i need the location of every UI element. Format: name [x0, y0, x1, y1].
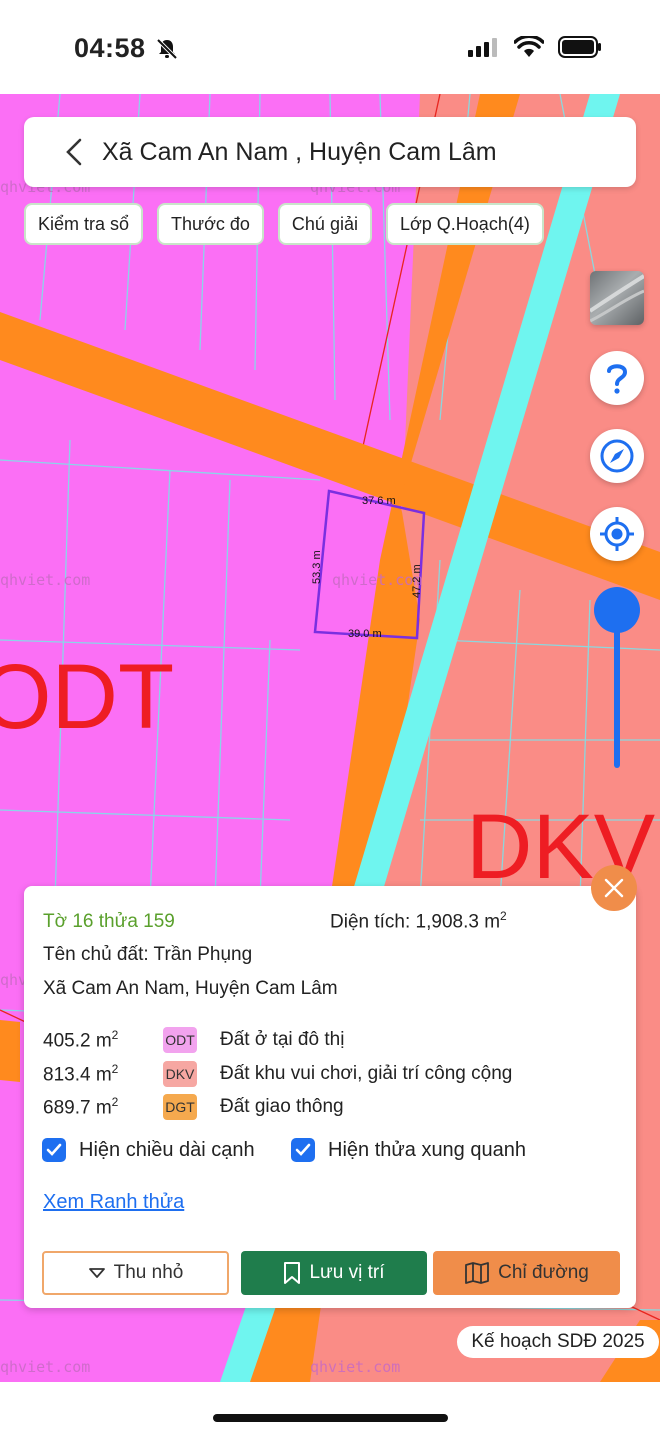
edge-label-top: 37.6 m: [362, 495, 396, 507]
land-use-code-badge: ODT: [163, 1027, 197, 1053]
bookmark-icon: [284, 1262, 301, 1284]
land-use-code-badge: DKV: [163, 1061, 197, 1087]
checkbox-checked-icon[interactable]: [291, 1138, 315, 1162]
owner-name: Tên chủ đất: Trần Phụng: [43, 944, 253, 965]
satellite-icon: [590, 274, 644, 323]
edge-label-left: 53.3 m: [311, 550, 323, 584]
signal-icon: [468, 38, 497, 57]
battery-icon: [558, 36, 601, 58]
map-icon: [465, 1262, 490, 1284]
watermark-7: qhviet.com: [310, 1358, 400, 1376]
parcel-id: Tờ 16 thửa 159: [43, 911, 175, 932]
collapse-label: Thu nhỏ: [113, 1262, 184, 1283]
ruler-chip[interactable]: Thước đo: [157, 203, 264, 245]
land-use-row: 689.7 m2 DGT Đất giao thông: [43, 1094, 344, 1120]
show-edge-lengths-toggle[interactable]: Hiện chiều dài cạnh: [42, 1138, 255, 1162]
directions-button[interactable]: Chỉ đường: [433, 1251, 620, 1295]
locate-me-button[interactable]: [590, 507, 644, 561]
collapse-button[interactable]: Thu nhỏ: [42, 1251, 229, 1295]
land-use-area: 405.2 m2: [43, 1027, 119, 1052]
parcel-address: Xã Cam An Nam, Huyện Cam Lâm: [43, 978, 338, 999]
bell-muted-icon: [156, 38, 178, 60]
save-location-button[interactable]: Lưu vị trí: [241, 1251, 427, 1295]
show-neighbors-toggle[interactable]: Hiện thửa xung quanh: [291, 1138, 526, 1162]
parcel-area: Diện tích: 1,908.3 m2: [330, 909, 507, 933]
legend-chip[interactable]: Chú giải: [277, 203, 372, 245]
back-icon[interactable]: [54, 132, 94, 172]
compass-button[interactable]: [590, 429, 644, 483]
land-use-area: 689.7 m2: [43, 1094, 119, 1119]
status-icons: [468, 36, 602, 58]
land-use-row: 813.4 m2 DKV Đất khu vui chơi, giải trí …: [43, 1061, 512, 1087]
help-button[interactable]: [590, 351, 644, 405]
basemap-toggle-button[interactable]: [590, 271, 644, 325]
watermark-4: qhviet.com: [332, 571, 422, 589]
watermark-3: qhviet.com: [0, 571, 90, 589]
bottom-safe-area: [0, 1382, 660, 1434]
status-bar: 04:58: [0, 0, 660, 94]
watermark-6: qhviet.com: [0, 1358, 90, 1376]
show-neighbors-label: Hiện thửa xung quanh: [328, 1138, 526, 1161]
status-time: 04:58: [74, 33, 146, 63]
wifi-icon: [514, 36, 544, 57]
location-title: Xã Cam An Nam , Huyện Cam Lâm: [102, 137, 497, 166]
land-use-area: 813.4 m2: [43, 1061, 119, 1086]
question-icon: [607, 364, 628, 394]
planning-layers-chip[interactable]: Lớp Q.Hoạch(4): [385, 203, 544, 245]
edge-label-right: 47.2 m: [411, 564, 423, 598]
land-use-name: Đất giao thông: [220, 1096, 344, 1117]
check-certificate-chip[interactable]: Kiểm tra sổ: [24, 203, 144, 245]
land-use-row: 405.2 m2 ODT Đất ở tại đô thị: [43, 1027, 344, 1053]
checkbox-checked-icon[interactable]: [42, 1138, 66, 1162]
home-indicator[interactable]: [213, 1414, 448, 1422]
save-location-label: Lưu vị trí: [309, 1262, 385, 1283]
triangle-down-icon: [88, 1268, 105, 1278]
show-edge-lengths-label: Hiện chiều dài cạnh: [79, 1138, 255, 1161]
parcel-info-panel: Tờ 16 thửa 159 Diện tích: 1,908.3 m2 Tên…: [24, 886, 636, 1308]
land-use-name: Đất khu vui chơi, giải trí công cộng: [220, 1063, 513, 1084]
plan-year-badge[interactable]: Kế hoạch SDĐ 2025: [457, 1326, 659, 1358]
zone-label-odt: ODT: [0, 646, 174, 748]
crosshair-icon: [600, 517, 634, 551]
opacity-slider-handle[interactable]: [594, 587, 640, 633]
edge-label-bottom: 39.0 m: [348, 628, 382, 640]
land-use-name: Đất ở tại đô thị: [220, 1029, 345, 1050]
tool-chips: Kiểm tra sổ Thước đo Chú giải Lớp Q.Hoạc…: [24, 203, 544, 245]
close-icon: [604, 878, 624, 898]
view-boundary-link[interactable]: Xem Ranh thửa: [43, 1191, 184, 1214]
search-bar[interactable]: Xã Cam An Nam , Huyện Cam Lâm: [24, 117, 636, 187]
compass-icon: [600, 439, 634, 473]
opacity-slider-track[interactable]: [614, 610, 620, 768]
directions-label: Chỉ đường: [498, 1262, 589, 1283]
land-use-code-badge: DGT: [163, 1094, 197, 1120]
close-panel-button[interactable]: [591, 865, 637, 911]
